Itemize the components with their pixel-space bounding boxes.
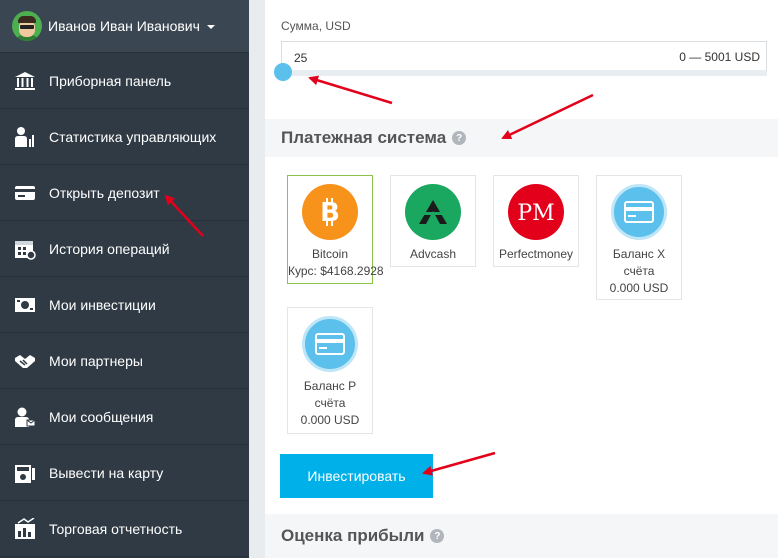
payment-option-advcash[interactable]: Advcash [390,175,476,267]
payment-option-balance: 0.000 USD [609,281,669,295]
sidebar-item-label: Мои партнеры [49,352,143,369]
card-icon [302,316,358,372]
sidebar-item-history[interactable]: История операций [0,221,249,277]
sidebar-item-label: Мои сообщения [49,408,154,425]
handshake-icon [13,349,37,373]
help-icon[interactable]: ? [430,529,445,543]
sidebar-item-dashboard[interactable]: Приборная панель [0,53,249,109]
payment-option-name: Bitcoin [311,247,349,261]
payment-option-name: Advcash [409,247,457,261]
sidebar-item-withdraw[interactable]: Вывести на карту [0,445,249,501]
advcash-icon [405,184,461,240]
payment-section-header: Платежная система ? [265,119,778,157]
sidebar-item-investments[interactable]: Мои инвестиции [0,277,249,333]
messages-icon [13,405,37,429]
payment-option-balance: 0.000 USD [300,413,360,427]
investments-icon [13,293,37,317]
calendar-icon [13,237,37,261]
withdraw-icon [13,461,37,485]
sidebar: Иванов Иван Иванович Приборная панель Ст… [0,0,249,558]
main-content: Сумма, USD 25 0 — 5001 USD Платежная сис… [265,0,778,558]
user-avatar-icon [12,11,42,41]
amount-input[interactable]: 25 0 — 5001 USD [281,41,767,71]
sidebar-item-label: История операций [49,240,170,257]
dashboard-icon [13,69,37,93]
svg-text:PM: PM [517,201,554,226]
statistics-icon [13,125,37,149]
amount-slider-track[interactable] [281,70,767,76]
invest-button[interactable]: Инвестировать [280,454,433,498]
sidebar-item-reports[interactable]: Торговая отчетность [0,501,249,557]
amount-label: Сумма, USD [281,19,351,33]
user-menu[interactable]: Иванов Иван Иванович [0,0,249,53]
sidebar-item-partners[interactable]: Мои партнеры [0,333,249,389]
sidebar-item-label: Мои инвестиции [49,296,156,313]
payment-option-bitcoin[interactable]: B Bitcoin Курс: $4168.2928 [287,175,384,284]
sidebar-item-statistics[interactable]: Статистика управляющих [0,109,249,165]
sidebar-item-messages[interactable]: Мои сообщения [0,389,249,445]
sidebar-item-open-deposit[interactable]: Открыть депозит [0,165,249,221]
chevron-down-icon[interactable] [206,25,215,29]
perfectmoney-icon: PM [508,184,564,240]
payment-section-title: Платежная система [281,128,447,147]
payment-option-name: Баланс P [303,379,357,393]
profit-section-header: Оценка прибыли ? [265,514,778,558]
payment-option-name: Баланс X [612,247,666,261]
report-icon [13,517,37,541]
amount-value: 25 [294,51,308,65]
sidebar-item-label: Открыть депозит [49,184,160,201]
payment-option-perfectmoney[interactable]: PM Perfectmoney [493,175,579,267]
sidebar-item-label: Вывести на карту [49,464,164,481]
payment-option-sub: счёта [623,264,655,278]
amount-slider-handle[interactable] [274,63,292,81]
sidebar-item-label: Приборная панель [49,72,172,89]
help-icon[interactable]: ? [452,131,467,145]
payment-option-balance-p[interactable]: Баланс P счёта 0.000 USD [287,307,373,434]
sidebar-divider [249,0,265,558]
bitcoin-icon: B [302,184,358,240]
deposit-card-icon [13,181,37,205]
card-icon [611,184,667,240]
profit-section-title: Оценка прибыли [281,526,425,545]
payment-option-name: Perfectmoney [498,247,574,261]
payment-option-sub: счёта [314,396,346,410]
payment-option-balance-x[interactable]: Баланс X счёта 0.000 USD [596,175,682,300]
sidebar-item-label: Торговая отчетность [49,520,183,537]
payment-option-rate: Курс: $4168.2928 [288,264,384,278]
sidebar-item-label: Статистика управляющих [49,128,217,145]
svg-text:B: B [320,198,340,228]
user-name: Иванов Иван Иванович [48,18,200,34]
amount-range: 0 — 5001 USD [679,50,760,64]
